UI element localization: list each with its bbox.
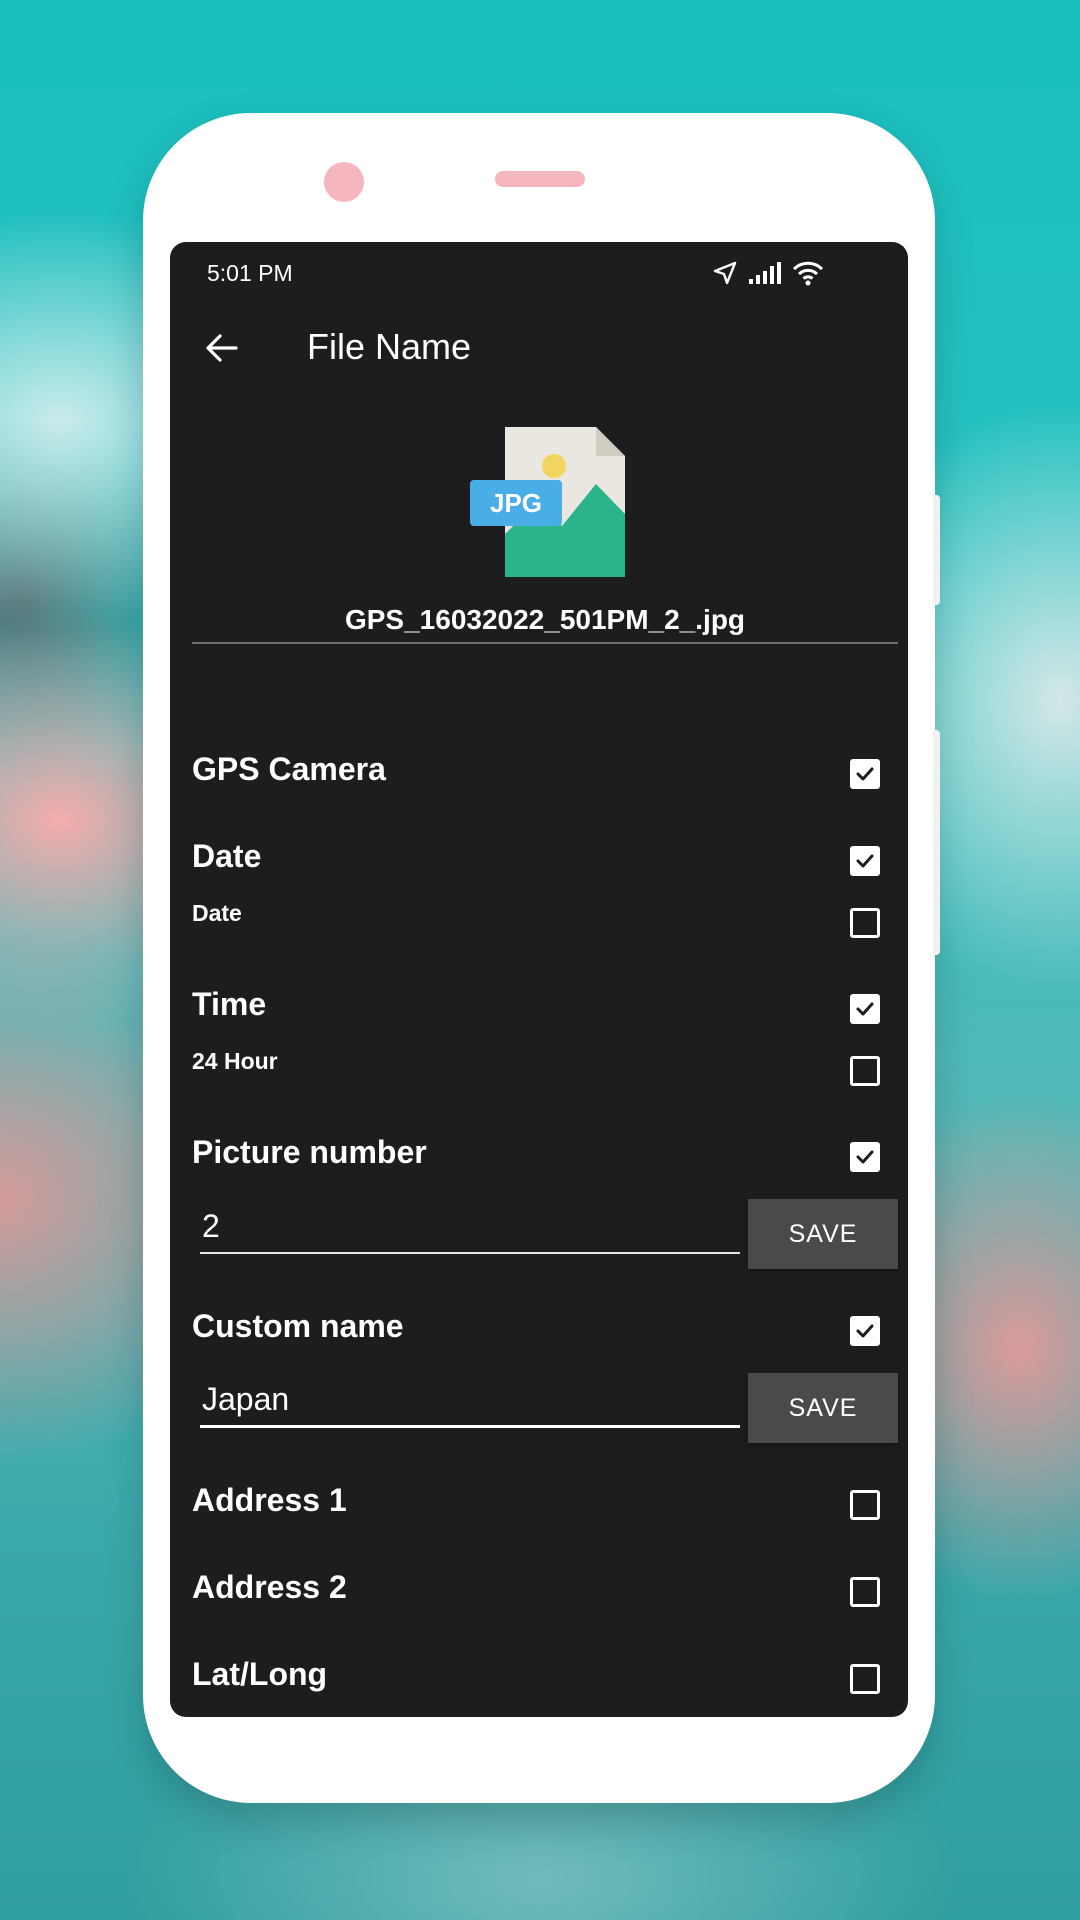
checkmark-icon xyxy=(856,854,874,868)
front-camera xyxy=(324,162,364,202)
power-button xyxy=(933,730,940,955)
time-checkbox[interactable] xyxy=(850,994,880,1024)
volume-button xyxy=(933,495,940,605)
file-name-divider xyxy=(192,642,898,644)
date-format-checkbox[interactable] xyxy=(850,908,880,938)
jpg-badge-text: JPG xyxy=(490,488,542,518)
earpiece-speaker xyxy=(495,171,585,187)
checkmark-icon xyxy=(856,1150,874,1164)
picture-number-save-button[interactable]: SAVE xyxy=(748,1199,898,1269)
status-icons xyxy=(712,260,824,286)
address1-label: Address 1 xyxy=(192,1482,347,1518)
gps-camera-label: GPS Camera xyxy=(192,751,386,787)
lat-long-checkbox[interactable] xyxy=(850,1664,880,1694)
time-label: Time xyxy=(192,986,267,1022)
gps-camera-checkbox[interactable] xyxy=(850,759,880,789)
time-24hour-checkbox[interactable] xyxy=(850,1056,880,1086)
date-checkbox[interactable] xyxy=(850,846,880,876)
custom-name-checkbox[interactable] xyxy=(850,1316,880,1346)
checkmark-icon xyxy=(856,767,874,781)
picture-number-input[interactable] xyxy=(200,1204,740,1254)
address1-checkbox[interactable] xyxy=(850,1490,880,1520)
signal-icon xyxy=(749,262,781,284)
file-name-preview: GPS_16032022_501PM_2_.jpg xyxy=(344,604,746,635)
jpg-file-icon: JPG xyxy=(470,422,630,580)
checkmark-icon xyxy=(856,1002,874,1016)
custom-name-label: Custom name xyxy=(192,1308,404,1344)
date-label: Date xyxy=(192,838,262,874)
date-format-label: Date xyxy=(192,900,242,926)
back-arrow-icon[interactable] xyxy=(202,328,242,368)
custom-name-save-button[interactable]: SAVE xyxy=(748,1373,898,1443)
address2-checkbox[interactable] xyxy=(850,1577,880,1607)
wifi-icon xyxy=(792,261,824,286)
picture-number-checkbox[interactable] xyxy=(850,1142,880,1172)
custom-name-input[interactable] xyxy=(200,1378,740,1428)
picture-number-label: Picture number xyxy=(192,1134,427,1170)
page-title: File Name xyxy=(307,326,472,367)
time-24hour-label: 24 Hour xyxy=(192,1048,278,1074)
checkmark-icon xyxy=(856,1324,874,1338)
status-time: 5:01 PM xyxy=(207,260,293,286)
location-icon xyxy=(713,261,737,285)
lat-long-label: Lat/Long xyxy=(192,1656,328,1692)
app-screen: 5:01 PM File Name JPG GPS_16032022_501PM… xyxy=(170,242,908,1717)
address2-label: Address 2 xyxy=(192,1569,347,1605)
